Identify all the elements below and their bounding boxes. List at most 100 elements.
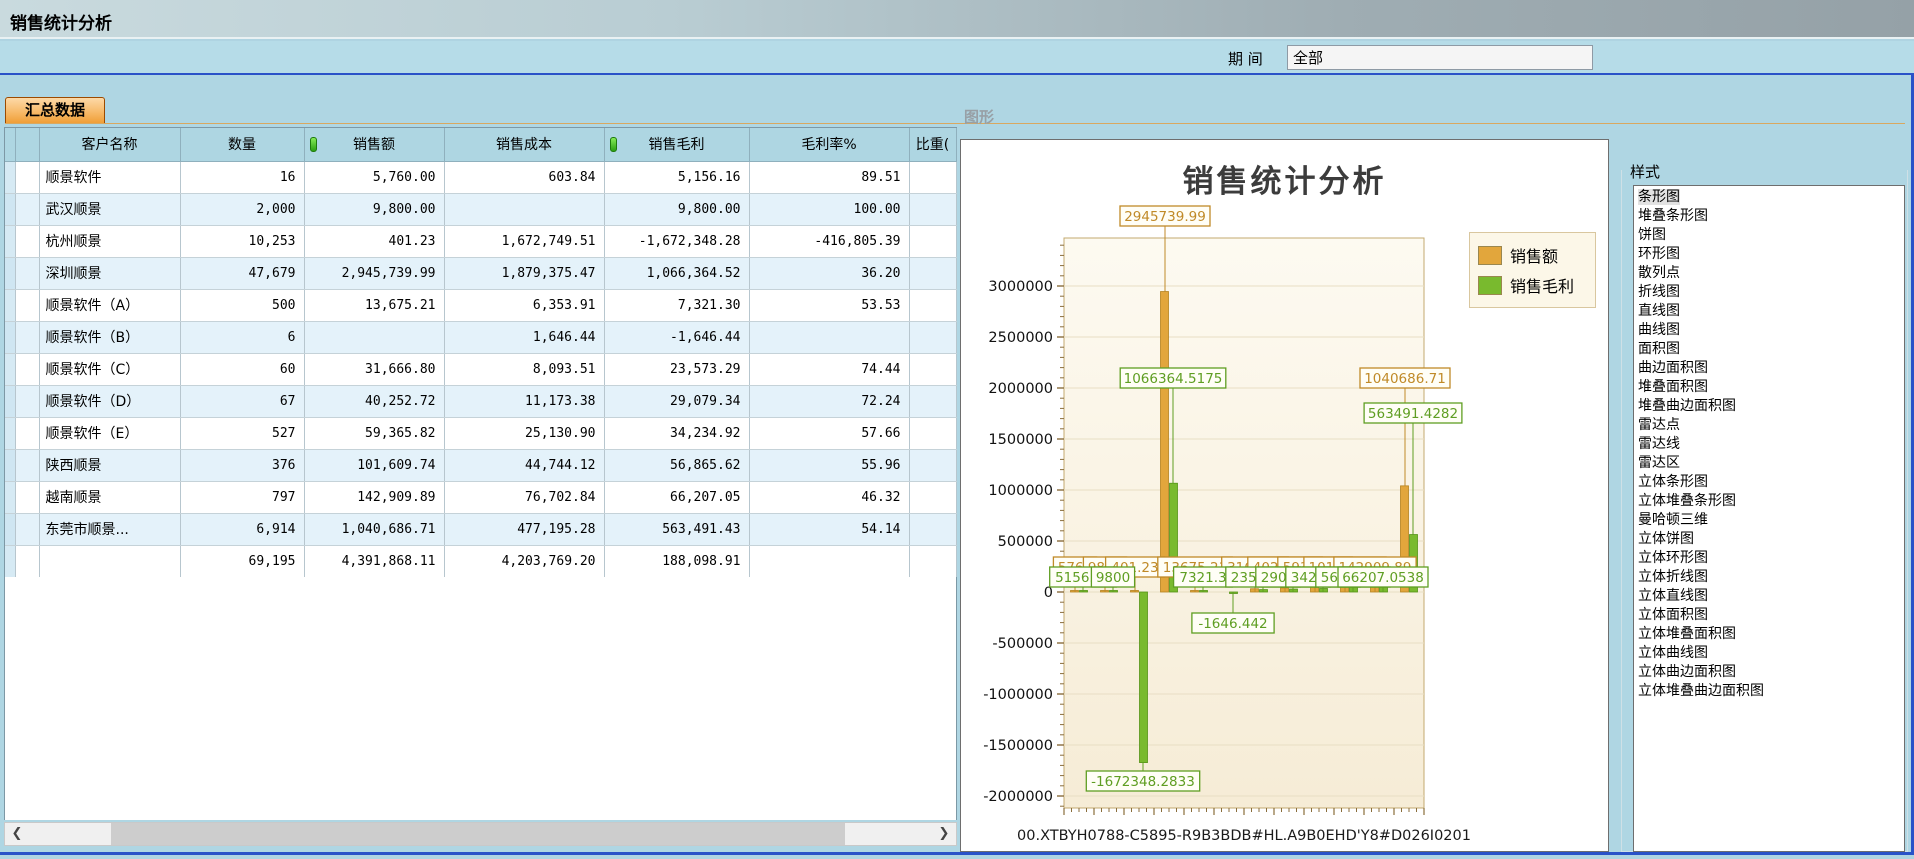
customer-name-cell[interactable]: 顺景软件（B） xyxy=(39,321,180,353)
value-cell[interactable]: 57.66 xyxy=(749,417,909,449)
customer-name-cell[interactable]: 东莞市顺景... xyxy=(39,513,180,545)
style-option-14[interactable]: 雷达区 xyxy=(1634,454,1904,473)
corner-cell[interactable] xyxy=(15,128,39,161)
column-header-1[interactable]: 数量 xyxy=(180,128,304,161)
value-cell[interactable] xyxy=(909,513,956,545)
row-selector-cell[interactable] xyxy=(15,193,39,225)
value-cell[interactable]: 101,609.74 xyxy=(304,449,444,481)
row-selector-cell[interactable] xyxy=(15,417,39,449)
value-cell[interactable] xyxy=(909,385,956,417)
value-cell[interactable]: 56,865.62 xyxy=(604,449,749,481)
row-selector-cell[interactable] xyxy=(15,385,39,417)
style-option-10[interactable]: 堆叠面积图 xyxy=(1634,378,1904,397)
value-cell[interactable]: 13,675.21 xyxy=(304,289,444,321)
style-option-25[interactable]: 立体曲边面积图 xyxy=(1634,663,1904,682)
tab-summary-data[interactable]: 汇总数据 xyxy=(5,97,105,124)
value-cell[interactable]: 10,253 xyxy=(180,225,304,257)
style-option-3[interactable]: 环形图 xyxy=(1634,245,1904,264)
column-header-2[interactable]: 销售额 xyxy=(304,128,444,161)
style-option-9[interactable]: 曲边面积图 xyxy=(1634,359,1904,378)
style-option-24[interactable]: 立体曲线图 xyxy=(1634,644,1904,663)
chart-style-listbox[interactable]: 条形图堆叠条形图饼图环形图散列点折线图直线图曲线图面积图曲边面积图堆叠面积图堆叠… xyxy=(1633,185,1905,852)
customer-name-cell[interactable]: 顺景软件（D） xyxy=(39,385,180,417)
style-option-6[interactable]: 直线图 xyxy=(1634,302,1904,321)
value-cell[interactable]: 46.32 xyxy=(749,481,909,513)
value-cell[interactable] xyxy=(909,225,956,257)
style-option-1[interactable]: 堆叠条形图 xyxy=(1634,207,1904,226)
value-cell[interactable] xyxy=(444,193,604,225)
value-cell[interactable]: 59,365.82 xyxy=(304,417,444,449)
style-option-2[interactable]: 饼图 xyxy=(1634,226,1904,245)
row-selector-cell[interactable] xyxy=(15,481,39,513)
value-cell[interactable]: 2,945,739.99 xyxy=(304,257,444,289)
value-cell[interactable]: 1,040,686.71 xyxy=(304,513,444,545)
style-option-15[interactable]: 立体条形图 xyxy=(1634,473,1904,492)
style-option-13[interactable]: 雷达线 xyxy=(1634,435,1904,454)
value-cell[interactable]: 44,744.12 xyxy=(444,449,604,481)
value-cell[interactable]: -1,646.44 xyxy=(604,321,749,353)
style-option-4[interactable]: 散列点 xyxy=(1634,264,1904,283)
value-cell[interactable]: 1,672,749.51 xyxy=(444,225,604,257)
customer-name-cell[interactable]: 顺景软件（E） xyxy=(39,417,180,449)
value-cell[interactable]: 34,234.92 xyxy=(604,417,749,449)
value-cell[interactable]: 142,909.89 xyxy=(304,481,444,513)
value-cell[interactable] xyxy=(909,449,956,481)
row-selector-cell[interactable] xyxy=(15,289,39,321)
value-cell[interactable]: 2,000 xyxy=(180,193,304,225)
value-cell[interactable] xyxy=(909,481,956,513)
style-option-18[interactable]: 立体饼图 xyxy=(1634,530,1904,549)
style-option-5[interactable]: 折线图 xyxy=(1634,283,1904,302)
row-selector-cell[interactable] xyxy=(15,545,39,577)
value-cell[interactable]: 72.24 xyxy=(749,385,909,417)
customer-name-cell[interactable]: 杭州顺景 xyxy=(39,225,180,257)
row-selector-cell[interactable] xyxy=(15,161,39,193)
value-cell[interactable] xyxy=(749,321,909,353)
scroll-right-arrow-icon[interactable]: ❯ xyxy=(932,823,956,845)
value-cell[interactable] xyxy=(909,321,956,353)
value-cell[interactable]: 100.00 xyxy=(749,193,909,225)
customer-name-cell[interactable]: 顺景软件（C） xyxy=(39,353,180,385)
customer-name-cell[interactable]: 越南顺景 xyxy=(39,481,180,513)
value-cell[interactable] xyxy=(909,545,956,577)
value-cell[interactable]: 500 xyxy=(180,289,304,321)
style-option-21[interactable]: 立体直线图 xyxy=(1634,587,1904,606)
customer-name-cell[interactable]: 陕西顺景 xyxy=(39,449,180,481)
style-option-0[interactable]: 条形图 xyxy=(1634,188,1904,207)
value-cell[interactable]: 5,156.16 xyxy=(604,161,749,193)
style-option-8[interactable]: 面积图 xyxy=(1634,340,1904,359)
style-option-26[interactable]: 立体堆叠曲边面积图 xyxy=(1634,682,1904,701)
value-cell[interactable] xyxy=(304,321,444,353)
row-selector-cell[interactable] xyxy=(15,321,39,353)
style-option-23[interactable]: 立体堆叠面积图 xyxy=(1634,625,1904,644)
value-cell[interactable]: 376 xyxy=(180,449,304,481)
column-header-0[interactable]: 客户名称 xyxy=(39,128,180,161)
value-cell[interactable]: 16 xyxy=(180,161,304,193)
value-cell[interactable]: 69,195 xyxy=(180,545,304,577)
value-cell[interactable]: 54.14 xyxy=(749,513,909,545)
period-input[interactable] xyxy=(1287,45,1593,70)
style-option-19[interactable]: 立体环形图 xyxy=(1634,549,1904,568)
style-option-16[interactable]: 立体堆叠条形图 xyxy=(1634,492,1904,511)
customer-name-cell[interactable]: 武汉顺景 xyxy=(39,193,180,225)
value-cell[interactable]: 1,879,375.47 xyxy=(444,257,604,289)
value-cell[interactable]: 1,066,364.52 xyxy=(604,257,749,289)
value-cell[interactable]: 40,252.72 xyxy=(304,385,444,417)
row-selector-cell[interactable] xyxy=(15,513,39,545)
value-cell[interactable] xyxy=(749,545,909,577)
value-cell[interactable]: 5,760.00 xyxy=(304,161,444,193)
row-selector-cell[interactable] xyxy=(15,449,39,481)
value-cell[interactable]: 74.44 xyxy=(749,353,909,385)
value-cell[interactable]: 66,207.05 xyxy=(604,481,749,513)
value-cell[interactable]: 8,093.51 xyxy=(444,353,604,385)
style-option-17[interactable]: 曼哈顿三维 xyxy=(1634,511,1904,530)
value-cell[interactable] xyxy=(909,289,956,321)
value-cell[interactable]: 67 xyxy=(180,385,304,417)
style-option-20[interactable]: 立体折线图 xyxy=(1634,568,1904,587)
value-cell[interactable]: -1,672,348.28 xyxy=(604,225,749,257)
value-cell[interactable]: 47,679 xyxy=(180,257,304,289)
value-cell[interactable] xyxy=(909,193,956,225)
value-cell[interactable]: 6 xyxy=(180,321,304,353)
value-cell[interactable]: 60 xyxy=(180,353,304,385)
value-cell[interactable]: 29,079.34 xyxy=(604,385,749,417)
style-option-22[interactable]: 立体面积图 xyxy=(1634,606,1904,625)
